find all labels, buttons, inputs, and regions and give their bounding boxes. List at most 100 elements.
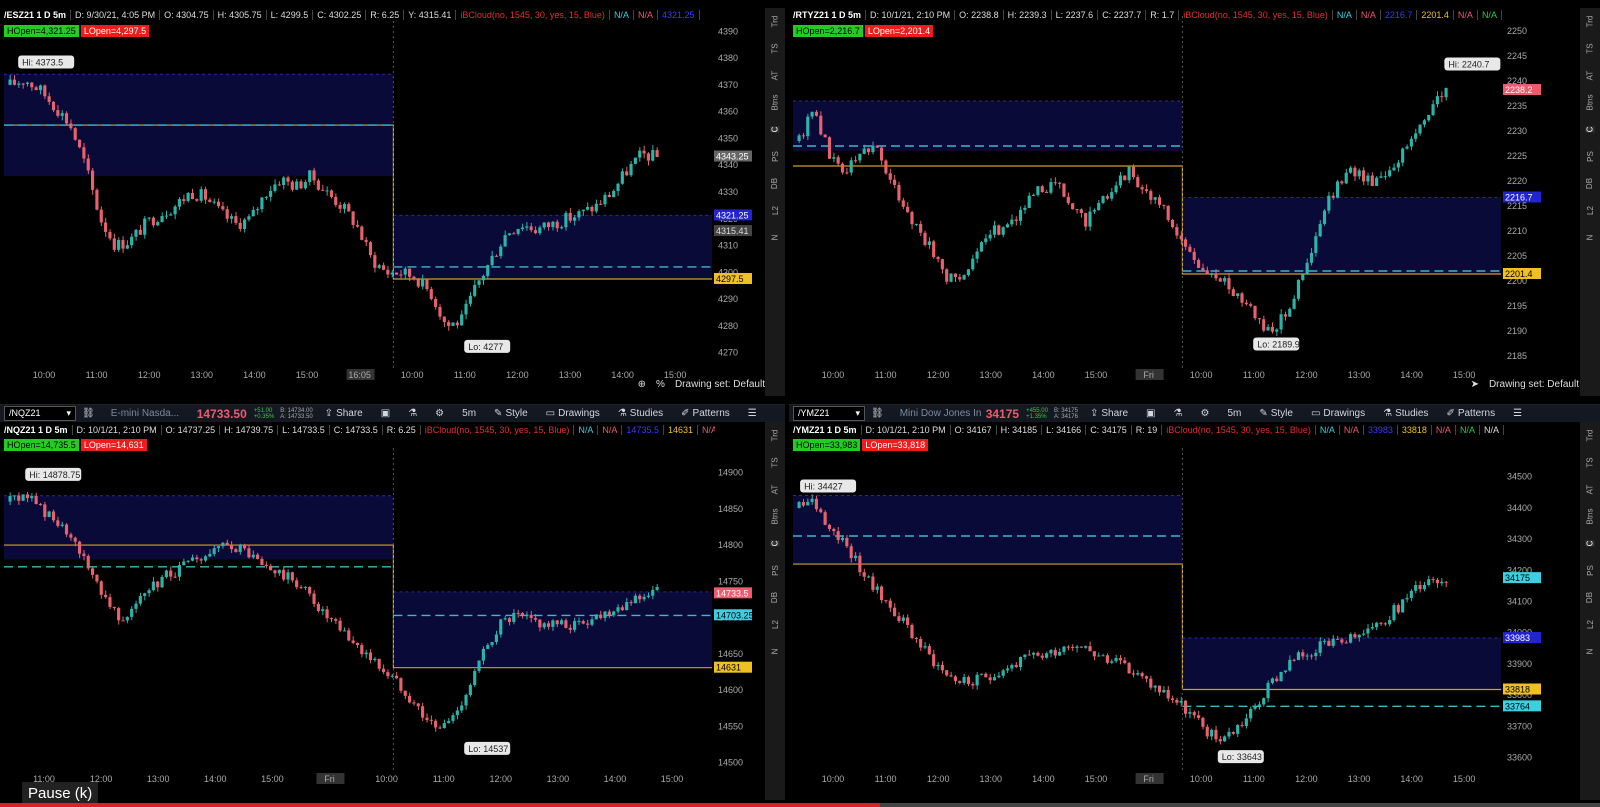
snapshot-button[interactable]: ▣ — [372, 408, 399, 419]
sidebar-tab-ts[interactable]: TS — [770, 457, 779, 467]
candle-body — [1018, 209, 1023, 221]
sidebar-tab-ps[interactable]: PS — [1585, 565, 1594, 576]
price-chart[interactable]: 4390438043704360435043404330432043104300… — [0, 8, 765, 396]
sidebar-tab-ps[interactable]: PS — [770, 565, 779, 576]
candle-body — [940, 259, 944, 270]
sidebar-tab-trd[interactable]: Trd — [1585, 430, 1594, 442]
symbol-selector[interactable]: /YMZ21 ▾ — [793, 406, 865, 421]
sidebar-tab-ts[interactable]: TS — [1585, 457, 1594, 467]
zoom-icon[interactable]: ⊕ — [638, 379, 646, 390]
sidebar-tab-l2[interactable]: L2 — [771, 620, 780, 629]
video-progress-bar[interactable] — [0, 803, 1600, 807]
sidebar-tab-btns[interactable]: Btns — [770, 94, 779, 110]
sidebar-tab-c[interactable]: C — [770, 126, 780, 133]
share-button[interactable]: ⇪ Share — [1081, 408, 1137, 419]
sidebar-tab-ts[interactable]: TS — [1585, 43, 1594, 53]
flask-button[interactable]: ⚗ — [399, 408, 426, 419]
candle-body — [866, 576, 871, 578]
snapshot-button[interactable]: ▣ — [1137, 408, 1164, 419]
sidebar-tab-btns[interactable]: Btns — [1585, 94, 1594, 110]
candle-body — [555, 221, 559, 229]
studies-button[interactable]: ⚗ Studies — [1374, 408, 1437, 419]
studies-button[interactable]: ⚗ Studies — [609, 408, 672, 419]
sidebar-tab-trd[interactable]: Trd — [1585, 16, 1594, 28]
sidebar-tab-at[interactable]: AT — [770, 485, 779, 495]
candle-body — [203, 189, 208, 200]
candle-body — [1357, 634, 1361, 638]
symbol-selector[interactable]: /NQZ21 ▾ — [4, 406, 76, 421]
sidebar-tab-l2[interactable]: L2 — [1586, 206, 1595, 215]
candle-body — [1348, 634, 1353, 643]
sidebar-tab-at[interactable]: AT — [1585, 485, 1594, 495]
link-icon[interactable]: ⛓ — [76, 408, 101, 419]
drawings-button[interactable]: ▭ Drawings — [537, 408, 609, 419]
percent-icon[interactable]: % — [656, 379, 665, 390]
candle-body — [238, 222, 242, 229]
timeframe-button[interactable]: 5m — [453, 408, 485, 419]
price-tag-label: 2238.2 — [1505, 85, 1533, 95]
sidebar-tab-db[interactable]: DB — [1586, 178, 1595, 189]
drawings-button[interactable]: ▭ Drawings — [1302, 408, 1374, 419]
price-chart[interactable]: 3450034400343003420034100340003390033800… — [789, 422, 1580, 800]
sidebar-tab-btns[interactable]: Btns — [770, 508, 779, 524]
style-button[interactable]: ✎ Style — [485, 408, 537, 419]
candle-body — [1014, 219, 1018, 221]
candle-body — [429, 289, 433, 299]
share-button[interactable]: ⇪ Share — [316, 408, 372, 419]
candle-body — [893, 607, 897, 617]
candle-body — [827, 524, 832, 529]
menu-icon[interactable]: ☰ — [1504, 408, 1531, 419]
candle-body — [910, 212, 914, 225]
link-icon[interactable]: ⛓ — [865, 408, 890, 419]
price-tag-label: 2216.7 — [1505, 193, 1533, 203]
sidebar-tab-trd[interactable]: Trd — [770, 430, 779, 442]
candle-body — [1435, 96, 1439, 105]
candle-body — [1005, 668, 1010, 671]
sidebar-tab-n[interactable]: N — [1586, 235, 1595, 241]
sidebar-tab-db[interactable]: DB — [771, 592, 780, 603]
x-axis: 10:00 11:00 12:00 13:00 14:00 15:00 Fri 10:00 11… — [822, 369, 1475, 380]
sidebar-tab-l2[interactable]: L2 — [771, 206, 780, 215]
sidebar-tab-trd[interactable]: Trd — [770, 16, 779, 28]
cursor-icon[interactable]: ➤ — [1471, 379, 1479, 390]
x-tick-label: 14:00 — [1400, 774, 1423, 784]
drawings-icon: ▭ — [1310, 408, 1321, 419]
patterns-button[interactable]: ✐ Patterns — [672, 408, 739, 419]
candle-body — [269, 565, 273, 571]
candle-body — [277, 569, 281, 574]
sidebar-tab-at[interactable]: AT — [1585, 71, 1594, 81]
settings-button[interactable]: ⚙ — [426, 408, 453, 419]
drawing-set-label[interactable]: Drawing set: Default — [1489, 379, 1579, 390]
sidebar-tab-ts[interactable]: TS — [770, 43, 779, 53]
settings-button[interactable]: ⚙ — [1191, 408, 1218, 419]
sidebar-tab-ps[interactable]: PS — [1585, 151, 1594, 162]
sidebar-tab-db[interactable]: DB — [771, 178, 780, 189]
sidebar-tab-c[interactable]: C — [1585, 540, 1595, 547]
sidebar-tab-c[interactable]: C — [1585, 126, 1595, 133]
candle-body — [984, 238, 988, 243]
sidebar-tab-l2[interactable]: L2 — [1586, 620, 1595, 629]
sidebar-tab-c[interactable]: C — [770, 540, 780, 547]
flask-button[interactable]: ⚗ — [1165, 408, 1192, 419]
drawing-set-label[interactable]: Drawing set: Default — [675, 379, 765, 390]
candle-body — [355, 642, 360, 646]
sidebar-tab-ps[interactable]: PS — [770, 151, 779, 162]
candle-body — [130, 236, 134, 246]
candle-body — [845, 172, 849, 174]
candle-body — [949, 273, 953, 282]
menu-icon[interactable]: ☰ — [739, 408, 766, 419]
sidebar-tab-n[interactable]: N — [1586, 649, 1595, 655]
sidebar-tab-at[interactable]: AT — [770, 71, 779, 81]
price-chart[interactable]: 2250224522402235223022252220221522102205… — [789, 8, 1580, 396]
candle-body — [1348, 167, 1353, 173]
sidebar-tab-db[interactable]: DB — [1586, 592, 1595, 603]
price-chart[interactable]: 1490014850148001475014700146501460014550… — [0, 422, 765, 800]
style-button[interactable]: ✎ Style — [1250, 408, 1302, 419]
sidebar-tab-btns[interactable]: Btns — [1585, 508, 1594, 524]
sidebar-tab-n[interactable]: N — [771, 649, 780, 655]
patterns-button[interactable]: ✐ Patterns — [1437, 408, 1504, 419]
timeframe-button[interactable]: 5m — [1218, 408, 1250, 419]
studies-label: Studies — [1395, 408, 1429, 419]
sidebar-tab-n[interactable]: N — [771, 235, 780, 241]
x-tick-label: 12:00 — [1295, 370, 1318, 380]
